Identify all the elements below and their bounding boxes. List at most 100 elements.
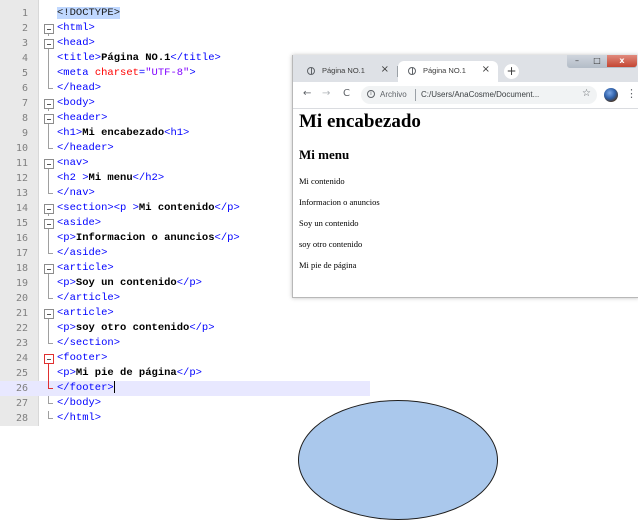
back-icon[interactable]: ← (303, 88, 311, 99)
collapse-icon[interactable] (44, 39, 54, 49)
address-separator (415, 89, 416, 101)
code-text[interactable]: <h2 >Mi menu</h2> (57, 171, 164, 186)
fold-marker (43, 381, 55, 396)
code-line[interactable]: 25 <p>Mi pie de página</p> (0, 366, 370, 381)
tab-title: Página NO.1 (322, 66, 365, 75)
paragraph: Mi pie de página (299, 260, 357, 270)
code-line[interactable]: 22 <p>soy otro contenido</p> (0, 321, 370, 336)
code-text[interactable]: <p>Mi pie de página</p> (57, 366, 202, 381)
code-text[interactable]: </header> (57, 141, 114, 156)
browser-window[interactable]: Página NO.1 × Página NO.1 × + – □ x ← → … (292, 55, 638, 298)
bookmark-star-icon[interactable]: ☆ (582, 88, 591, 99)
fold-marker (43, 21, 55, 36)
line-number: 8 (21, 113, 28, 124)
fold-marker (43, 51, 55, 66)
code-text[interactable]: <nav> (57, 156, 89, 171)
forward-icon[interactable]: → (322, 88, 330, 99)
collapse-icon[interactable] (44, 219, 54, 229)
code-text[interactable]: </body> (57, 396, 101, 411)
code-line[interactable]: 27 </body> (0, 396, 370, 411)
code-text[interactable]: </html> (57, 411, 101, 426)
collapse-icon[interactable] (44, 309, 54, 319)
code-line[interactable]: 28 </html> (0, 411, 370, 426)
code-text[interactable]: <article> (57, 306, 114, 321)
code-text[interactable]: </nav> (57, 186, 95, 201)
fold-marker (43, 126, 55, 141)
menu-dots-icon[interactable]: ⋮ (626, 87, 637, 100)
code-token: Página NO.1 (101, 52, 171, 64)
collapse-icon[interactable] (44, 264, 54, 274)
code-text[interactable]: <footer> (57, 351, 107, 366)
code-token: Mi pie de página (75, 367, 177, 379)
code-line[interactable]: 3 <head> (0, 36, 370, 51)
code-text[interactable]: <h1>Mi encabezado<h1> (57, 126, 189, 141)
collapse-icon[interactable] (44, 24, 54, 34)
reload-icon[interactable]: C (343, 88, 350, 99)
line-number: 16 (15, 233, 28, 244)
code-token: <p> (57, 322, 76, 334)
code-token: </section> (57, 337, 121, 349)
close-window-button[interactable]: x (607, 55, 637, 67)
code-line[interactable]: 26 </footer> (0, 381, 370, 396)
url-text[interactable]: C:/Users/AnaCosme/Document... (421, 90, 539, 99)
code-text[interactable]: </article> (57, 291, 120, 306)
code-text[interactable]: <html> (57, 21, 95, 36)
code-text[interactable]: <p>Soy un contenido</p> (57, 276, 202, 291)
collapse-icon[interactable] (44, 114, 54, 124)
minimize-button[interactable]: – (567, 55, 587, 67)
code-text[interactable]: <p>soy otro contenido</p> (57, 321, 215, 336)
maximize-button[interactable]: □ (587, 55, 607, 67)
text-caret (113, 381, 115, 394)
code-token: <!DOCTYPE> (57, 7, 121, 19)
code-line[interactable]: 1 <!DOCTYPE> (0, 6, 370, 21)
code-text[interactable]: <header> (57, 111, 107, 126)
code-text[interactable]: </footer> (57, 381, 115, 396)
fold-marker (43, 351, 55, 366)
code-text[interactable]: <aside> (57, 216, 101, 231)
code-token: </p> (214, 232, 240, 244)
tab-title: Página NO.1 (423, 66, 466, 75)
line-number: 24 (15, 353, 28, 364)
line-number: 9 (21, 128, 28, 139)
code-text[interactable]: <!DOCTYPE> (57, 6, 121, 21)
code-text[interactable]: </head> (57, 81, 101, 96)
info-icon[interactable]: i (367, 90, 375, 98)
code-text[interactable]: <meta charset="UTF-8"> (57, 66, 196, 81)
code-token: </nav> (57, 187, 95, 199)
collapse-icon[interactable] (44, 159, 54, 169)
code-line[interactable]: 24 <footer> (0, 351, 370, 366)
code-token: <article> (57, 307, 114, 319)
fold-marker (43, 216, 55, 231)
code-text[interactable]: </aside> (57, 246, 107, 261)
code-text[interactable]: <body> (57, 96, 95, 111)
close-tab-icon[interactable]: × (482, 64, 490, 75)
code-text[interactable]: <p>Informacion o anuncios</p> (57, 231, 240, 246)
close-tab-icon[interactable]: × (381, 64, 389, 75)
code-text[interactable]: <article> (57, 261, 114, 276)
code-text[interactable]: <section><p >Mi contenido</p> (57, 201, 240, 216)
code-line[interactable]: 23 </section> (0, 336, 370, 351)
code-token: <footer> (57, 352, 108, 364)
browser-toolbar: ← → C i Archivo C:/Users/AnaCosme/Docume… (293, 82, 638, 109)
code-token: </body> (57, 397, 102, 409)
code-token: > (189, 67, 196, 79)
collapse-icon[interactable] (44, 354, 54, 364)
tab-active[interactable]: Página NO.1 × (398, 61, 498, 82)
window-controls: – □ x (567, 55, 637, 68)
code-text[interactable]: <title>Página NO.1</title> (57, 51, 221, 66)
tab-inactive[interactable]: Página NO.1 × (297, 61, 397, 82)
address-bar[interactable]: i Archivo C:/Users/AnaCosme/Document... … (361, 86, 597, 104)
code-token: Soy un contenido (75, 277, 177, 289)
fold-marker (43, 156, 55, 171)
code-line[interactable]: 2 <html> (0, 21, 370, 36)
code-token: Mi contenido (138, 202, 215, 214)
code-token: </html> (57, 412, 102, 424)
line-number: 13 (15, 188, 28, 199)
code-text[interactable]: </section> (57, 336, 120, 351)
new-tab-button[interactable]: + (504, 64, 519, 79)
profile-avatar[interactable] (604, 88, 618, 102)
collapse-icon[interactable] (44, 204, 54, 214)
code-line[interactable]: 21 <article> (0, 306, 370, 321)
code-text[interactable]: <head> (57, 36, 95, 51)
collapse-icon[interactable] (44, 99, 54, 109)
